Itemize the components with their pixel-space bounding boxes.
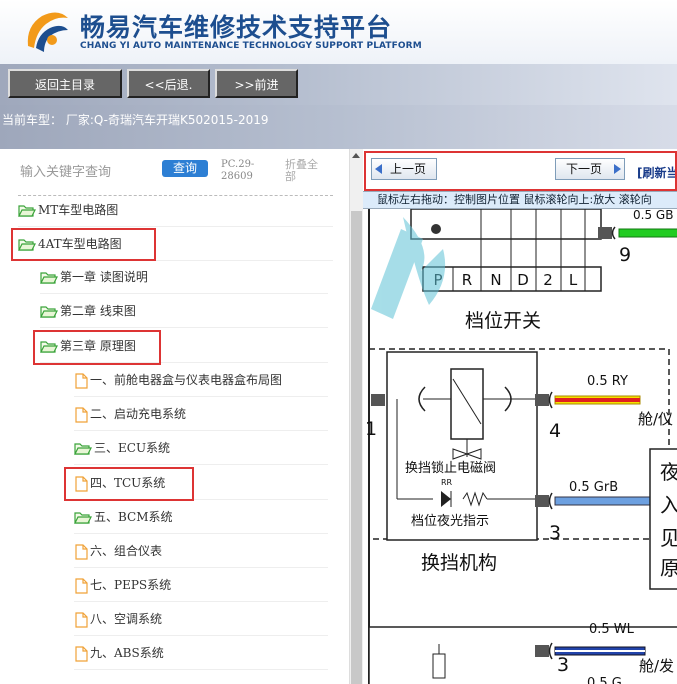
folder-open-icon [74,442,92,455]
tree-item-label: 第一章 读图说明 [60,270,148,284]
gear-switch-label: 档位开关 [465,310,541,332]
viewer-hint: 鼠标左右拖动：控制图片位置 鼠标滚轮向上:放大 滚轮向 [363,191,677,209]
pin-9-label: 9 [619,244,631,266]
tree-item-label: 五、BCM系统 [94,510,173,524]
tree-item[interactable]: 一、前舱电器盒与仪表电器盒布局图 [74,364,328,397]
viewer-navbar: 上一页 下一页 [刷新当 [363,149,677,191]
document-icon [75,645,88,662]
wiring-diagram[interactable]: PRND2L 档位开关 0.5 GB 9 换挡锁止电磁阀 RR [363,209,677,684]
pin-3b-label: 3 [557,654,569,676]
rr-label: RR [441,478,453,487]
search-input[interactable]: 输入关键字查询 [20,161,111,180]
tree-item-label: 一、前舱电器盒与仪表电器盒布局图 [90,373,283,387]
gear-letter: L [569,271,578,289]
folder-open-icon [18,204,36,217]
highlight-box [64,467,194,501]
tree-item-label: 第二章 线束图 [60,304,136,318]
highlight-box [11,228,156,261]
tree-item[interactable]: 第二章 线束图 [40,295,328,328]
back-button[interactable]: <<后退. [127,69,210,98]
side-box-char: 见 [660,526,677,550]
connector-pin [598,227,612,239]
mechanism-label: 换挡机构 [421,552,497,574]
main-toolbar: 返回主目录 <<后退. >>前进 [0,64,677,105]
tree-scrollbar[interactable] [349,149,363,684]
tree-item[interactable]: 五、BCM系统 [74,501,328,534]
pin-4-label: 4 [549,420,561,442]
app-header: 畅易汽车维修技术支持平台 CHANG YI AUTO MAINTENANCE T… [0,0,677,64]
document-icon [75,372,88,389]
folder-open-icon [40,305,58,318]
highlight-box [364,151,677,191]
vehicle-bar: 当前车型： 厂家:Q-奇瑞汽车开瑞K502015-2019 [0,105,677,149]
document-icon [75,543,88,560]
tree-item-label: 六、组合仪表 [90,544,163,558]
forward-button[interactable]: >>前进 [215,69,298,98]
folder-open-icon [74,511,92,524]
tree-item-label: 八、空调系统 [90,612,163,626]
tree-panel: 输入关键字查询 查询 PC.29-28609 折叠全部 MT车型电路图 4AT车型… [0,149,349,684]
document-icon [75,611,88,628]
wire-blue [554,496,651,506]
current-vehicle-label: 当前车型： 厂家:Q-奇瑞汽车开瑞K502015-2019 [2,113,269,127]
tree-item-label: 三、ECU系统 [94,441,171,455]
connector-pin [535,394,549,406]
side-box-char: 夜 [660,460,677,484]
solenoid-label: 换挡锁止电磁阀 [405,460,496,476]
connector-pin [535,645,549,657]
scroll-up-icon[interactable] [352,153,360,158]
gear-letter: R [462,271,472,289]
tree-item[interactable]: 三、ECU系统 [74,432,328,465]
tree-item-label: 七、PEPS系统 [90,578,172,592]
wire3-label: 0.5 WL [589,622,635,637]
tree-item[interactable]: MT车型电路图 [18,194,333,227]
gear-letter: 2 [543,271,553,289]
pin-1-label: 1 [365,418,377,440]
tree-item[interactable]: 九、ABS系统 [74,637,328,670]
connector-pin [535,495,549,507]
tree-item[interactable]: 第一章 读图说明 [40,261,328,294]
tree-item-label: MT车型电路图 [38,203,119,217]
home-button[interactable]: 返回主目录 [8,69,122,98]
pc-info: PC.29-28609 [221,159,255,182]
viewer-panel: 上一页 下一页 [刷新当 鼠标左右拖动：控制图片位置 鼠标滚轮向上:放大 滚轮向 [363,149,677,684]
query-button[interactable]: 查询 [162,160,208,177]
app-subtitle: CHANG YI AUTO MAINTENANCE TECHNOLOGY SUP… [80,41,422,51]
tree-item[interactable]: 七、PEPS系统 [74,569,328,602]
wire2-label: 0.5 GrB [569,480,618,495]
gear-letters: PRND2L [433,271,577,289]
tree-item[interactable]: 二、启动充电系统 [74,398,328,431]
wire-green [618,228,677,238]
tree-item-label: 九、ABS系统 [90,646,164,660]
document-icon [75,577,88,594]
side-box-char: 入 [660,493,677,517]
side-box-char: 原 [660,556,677,580]
tree-item-label: 二、启动充电系统 [90,407,187,421]
wire3-dest: 舱/发 [639,657,674,675]
app-title: 畅易汽车维修技术支持平台 [80,13,393,42]
highlight-box [33,330,161,365]
document-icon [75,406,88,423]
tree-item[interactable]: 八、空调系统 [74,603,328,636]
gear-letter: D [517,271,529,289]
pin-3-label: 3 [549,522,561,544]
wire4-label: 0.5 G [587,676,622,684]
scroll-thumb[interactable] [351,211,362,684]
wire-label-top: 0.5 GB [633,209,673,222]
night-light-label: 档位夜光指示 [411,514,489,529]
wire1-dest: 舱/仪 [638,410,673,428]
gear-letter: N [490,271,501,289]
folder-open-icon [40,271,58,284]
logo-icon [27,12,68,52]
collapse-all-button[interactable]: 折叠全部 [285,159,325,183]
tree-item[interactable]: 六、组合仪表 [74,535,328,568]
wire1-label: 0.5 RY [587,374,628,389]
